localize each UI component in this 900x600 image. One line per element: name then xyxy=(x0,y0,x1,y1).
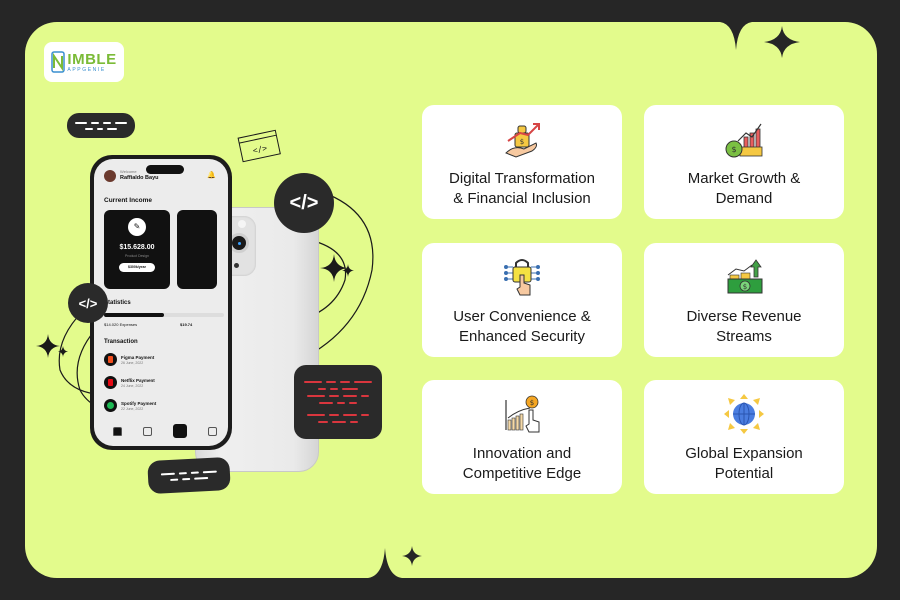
cash-coins-up-arrow-icon: $ xyxy=(727,259,763,294)
nav-wallet-icon[interactable] xyxy=(142,426,152,436)
dynamic-island xyxy=(146,165,184,174)
code-symbol-icon: </> xyxy=(78,295,98,311)
globe-arrows-icon xyxy=(724,394,764,434)
lock-touch-circuit-icon xyxy=(504,259,540,296)
transaction-name: Spotify Payment xyxy=(121,400,157,406)
code-lines-badge xyxy=(147,456,231,495)
transaction-name: Netflix Payment xyxy=(121,377,155,383)
feature-label: Diverse Revenue Streams xyxy=(686,308,802,345)
stat-right-text: $19.74 xyxy=(180,322,193,327)
transaction-date: 26 June, 2022 xyxy=(121,360,144,365)
transaction-name: Figma Payment xyxy=(121,354,155,360)
figma-icon xyxy=(104,353,117,366)
statistics-title: Statistics xyxy=(104,300,131,306)
chart-dollar-tap-icon: $ xyxy=(505,395,540,433)
feature-card-user-convenience[interactable]: User Convenience & Enhanced Security xyxy=(422,243,622,357)
transaction-date: 22 June, 2022 xyxy=(121,406,144,411)
expenses-text: $14.020 Expenses xyxy=(104,322,138,327)
bell-icon[interactable]: 🔔 xyxy=(207,171,216,179)
feature-label: User Convenience & Enhanced Security xyxy=(453,308,591,345)
feature-label: Global Expansion Potential xyxy=(685,445,803,482)
transaction-date: 24 June, 2022 xyxy=(121,383,144,388)
money-bag-chart-growth-icon: $ xyxy=(725,123,763,158)
finance-app-screen: Welcome Raffialdo Bayu 🔔 Current Income … xyxy=(94,159,228,446)
code-symbol-icon: </> xyxy=(289,191,319,214)
code-badge-small: </> xyxy=(68,283,108,323)
feature-label: Innovation and Competitive Edge xyxy=(462,445,582,482)
svg-text:$: $ xyxy=(530,399,534,407)
statistics-bar-fill xyxy=(104,313,164,317)
nav-more-icon[interactable] xyxy=(207,426,217,436)
mic-dot xyxy=(234,263,239,268)
income-amount: $15.628.00 xyxy=(119,244,155,251)
current-income-title: Current Income xyxy=(104,197,153,204)
income-card[interactable]: ✎ $15.628.00 Product Design $300k/year xyxy=(104,210,170,289)
feature-card-innovation[interactable]: $ Innovation and Competitive Edge xyxy=(422,380,622,494)
transaction-item[interactable]: Spotify Payment 22 June, 2022 xyxy=(104,399,156,412)
transaction-item[interactable]: Figma Payment 26 June, 2022 xyxy=(104,353,154,366)
feature-label: Digital Transformation & Financial Inclu… xyxy=(449,170,595,207)
code-lines-badge xyxy=(67,113,135,138)
feature-card-market-growth[interactable]: $ Market Growth & Demand xyxy=(644,105,844,219)
feature-label: Market Growth & Demand xyxy=(687,170,801,207)
feature-card-global-expansion[interactable]: Global Expansion Potential xyxy=(644,380,844,494)
flash-icon xyxy=(238,220,246,228)
design-tool-icon: ✎ xyxy=(128,218,146,236)
income-category: Product Design xyxy=(125,254,149,258)
transaction-title: Transaction xyxy=(104,339,138,345)
income-card-secondary[interactable] xyxy=(177,210,217,289)
code-snippet-badge xyxy=(294,365,382,439)
username: Raffialdo Bayu xyxy=(120,175,159,181)
bottom-nav xyxy=(102,424,227,438)
svg-text:$: $ xyxy=(520,138,524,146)
feature-card-revenue-streams[interactable]: $ Diverse Revenue Streams xyxy=(644,243,844,357)
income-rate: $300k/year xyxy=(119,263,155,272)
phone-front-mockup: Welcome Raffialdo Bayu 🔔 Current Income … xyxy=(90,155,232,450)
svg-text:</>: </> xyxy=(252,143,268,155)
transaction-item[interactable]: Netflix Payment 24 June, 2022 xyxy=(104,376,155,389)
svg-text:$: $ xyxy=(731,145,736,154)
camera-lens-icon xyxy=(229,233,249,253)
svg-text:$: $ xyxy=(743,283,747,291)
nav-home-icon[interactable] xyxy=(112,426,122,436)
nav-cards-icon[interactable] xyxy=(172,424,187,438)
browser-code-icon: </> xyxy=(237,129,281,163)
netflix-icon xyxy=(104,376,117,389)
feature-card-digital-transformation[interactable]: $ Digital Transformation & Financial Inc… xyxy=(422,105,622,219)
code-badge-large: </> xyxy=(274,173,334,233)
money-bag-hand-growth-icon: $ xyxy=(505,123,540,158)
avatar[interactable] xyxy=(104,170,116,182)
welcome-text: Welcome xyxy=(120,169,137,174)
spotify-icon xyxy=(104,399,117,412)
